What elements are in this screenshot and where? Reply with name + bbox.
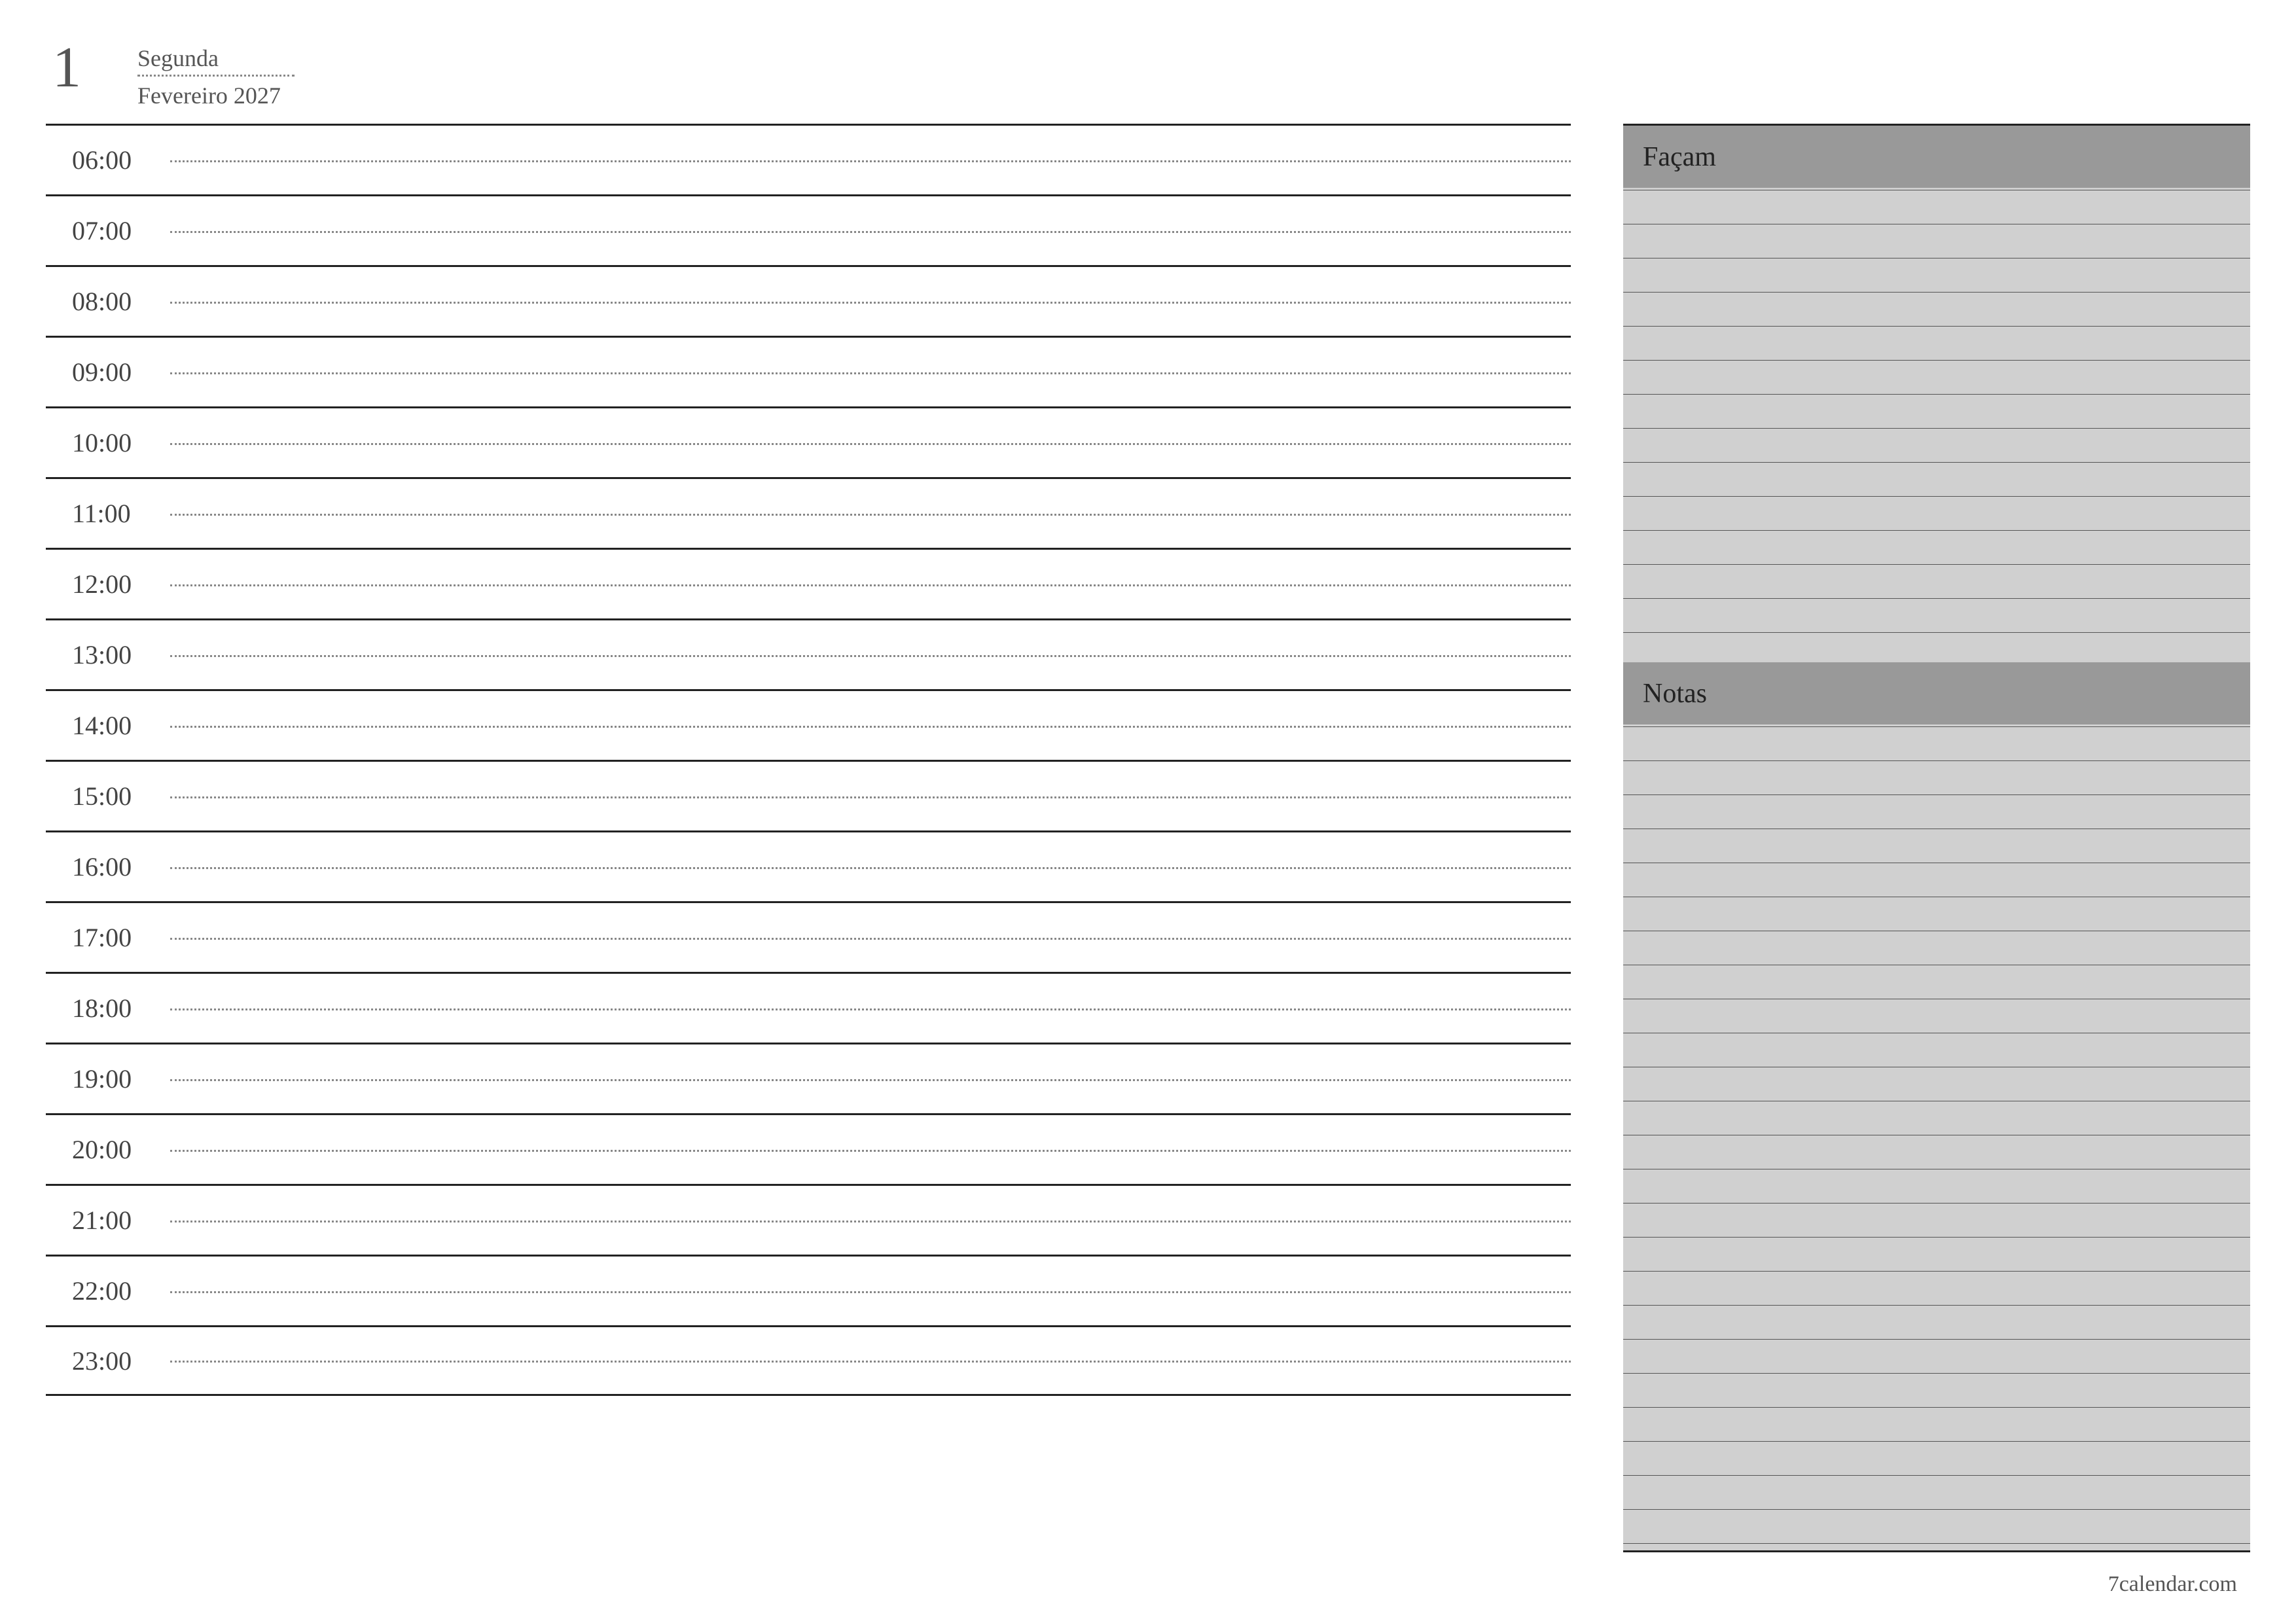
hour-row: 22:00 xyxy=(46,1255,1571,1325)
hour-row: 17:00 xyxy=(46,901,1571,972)
notes-header: Notas xyxy=(1623,662,2250,724)
hour-row: 06:00 xyxy=(46,124,1571,194)
hour-writing-line xyxy=(170,338,1571,406)
hour-row: 08:00 xyxy=(46,265,1571,336)
hour-writing-line xyxy=(170,762,1571,830)
schedule-column: 06:00 07:00 08:00 09:00 10:00 11:00 12:00 13:00… xyxy=(46,124,1571,1552)
hour-row: 21:00 xyxy=(46,1184,1571,1255)
hour-writing-line xyxy=(170,1186,1571,1255)
hour-label: 06:00 xyxy=(46,145,170,175)
notes-body xyxy=(1623,724,2250,1550)
hour-row: 09:00 xyxy=(46,336,1571,406)
hour-writing-line xyxy=(170,479,1571,548)
hour-writing-line xyxy=(170,1257,1571,1325)
hour-writing-line xyxy=(170,903,1571,972)
content: 06:00 07:00 08:00 09:00 10:00 11:00 12:00 13:00… xyxy=(46,124,2250,1552)
day-number: 1 xyxy=(52,39,105,97)
hour-label: 21:00 xyxy=(46,1205,170,1236)
hour-label: 14:00 xyxy=(46,710,170,741)
hour-row: 19:00 xyxy=(46,1043,1571,1113)
todo-section: Façam xyxy=(1623,126,2250,662)
hour-label: 17:00 xyxy=(46,922,170,953)
hour-row: 12:00 xyxy=(46,548,1571,618)
hour-writing-line xyxy=(170,691,1571,760)
hour-row: 14:00 xyxy=(46,689,1571,760)
hour-writing-line xyxy=(170,1327,1571,1394)
hour-row: 23:00 xyxy=(46,1325,1571,1396)
todo-header: Façam xyxy=(1623,126,2250,188)
hour-label: 09:00 xyxy=(46,357,170,387)
hour-label: 10:00 xyxy=(46,427,170,458)
hour-row: 07:00 xyxy=(46,194,1571,265)
hour-writing-line xyxy=(170,974,1571,1043)
hour-row: 11:00 xyxy=(46,477,1571,548)
hour-label: 22:00 xyxy=(46,1275,170,1306)
hour-writing-line xyxy=(170,1044,1571,1113)
footer-site: 7calendar.com xyxy=(2108,1572,2237,1596)
hour-writing-line xyxy=(170,1115,1571,1184)
day-name: Segunda xyxy=(137,45,295,77)
hour-row: 15:00 xyxy=(46,760,1571,830)
hour-label: 11:00 xyxy=(46,498,170,529)
hour-writing-line xyxy=(170,550,1571,618)
footer: 7calendar.com xyxy=(46,1552,2250,1597)
hour-writing-line xyxy=(170,267,1571,336)
hour-row: 20:00 xyxy=(46,1113,1571,1184)
month-year: Fevereiro 2027 xyxy=(137,82,295,109)
day-meta: Segunda Fevereiro 2027 xyxy=(137,39,295,109)
notes-section: Notas xyxy=(1623,662,2250,1550)
hour-label: 18:00 xyxy=(46,993,170,1024)
hour-writing-line xyxy=(170,408,1571,477)
hour-label: 15:00 xyxy=(46,781,170,812)
planner-page: 1 Segunda Fevereiro 2027 06:00 07:00 08:00… xyxy=(46,39,2250,1597)
header: 1 Segunda Fevereiro 2027 xyxy=(46,39,2250,109)
hour-row: 16:00 xyxy=(46,830,1571,901)
hour-label: 20:00 xyxy=(46,1134,170,1165)
hour-writing-line xyxy=(170,196,1571,265)
hour-label: 19:00 xyxy=(46,1063,170,1094)
hour-label: 07:00 xyxy=(46,215,170,246)
hour-label: 08:00 xyxy=(46,286,170,317)
hour-label: 13:00 xyxy=(46,639,170,670)
todo-body xyxy=(1623,188,2250,662)
hour-row: 13:00 xyxy=(46,618,1571,689)
hour-label: 16:00 xyxy=(46,851,170,882)
hour-label: 12:00 xyxy=(46,569,170,599)
sidebar: Façam Notas xyxy=(1623,124,2250,1552)
hour-writing-line xyxy=(170,620,1571,689)
hour-label: 23:00 xyxy=(46,1346,170,1376)
hour-row: 10:00 xyxy=(46,406,1571,477)
hour-writing-line xyxy=(170,126,1571,194)
hour-writing-line xyxy=(170,832,1571,901)
hour-row: 18:00 xyxy=(46,972,1571,1043)
